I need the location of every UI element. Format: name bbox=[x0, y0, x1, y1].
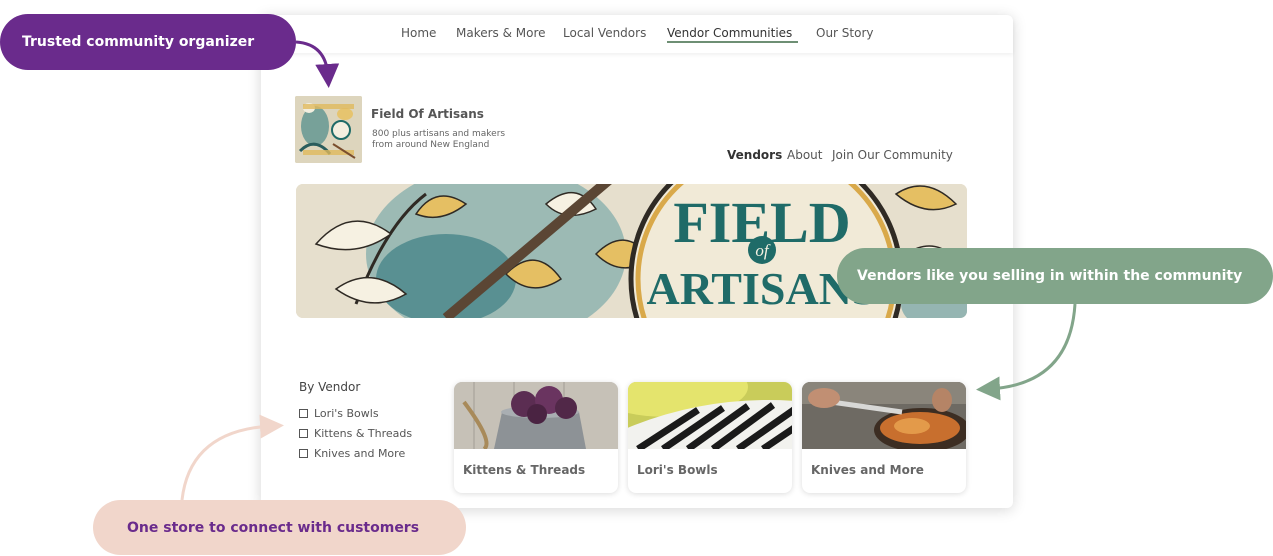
vendor-card-knives-more[interactable]: Knives and More bbox=[802, 382, 966, 493]
vendor-card-lori-bowls[interactable]: Lori's Bowls bbox=[628, 382, 792, 493]
filter-label: Knives and More bbox=[314, 447, 406, 460]
subnav-join-community[interactable]: Join Our Community bbox=[832, 148, 953, 162]
description-line-2: from around New England bbox=[372, 140, 490, 150]
top-navigation: Home Makers & More Local Vendors Vendor … bbox=[261, 15, 1013, 53]
nav-vendor-communities[interactable]: Vendor Communities bbox=[667, 26, 792, 40]
nav-local-vendors[interactable]: Local Vendors bbox=[563, 26, 646, 40]
checkbox-icon[interactable] bbox=[299, 408, 308, 418]
active-nav-underline bbox=[667, 41, 798, 43]
filter-kittens-threads[interactable]: Kittens & Threads bbox=[299, 427, 412, 440]
checkbox-icon[interactable] bbox=[299, 428, 308, 438]
subnav-about[interactable]: About bbox=[787, 148, 822, 162]
callout-store: One store to connect with customers bbox=[93, 500, 466, 555]
filter-knives-more[interactable]: Knives and More bbox=[299, 447, 405, 460]
community-description: 800 plus artisans and makers from around… bbox=[372, 129, 532, 151]
callout-vendors: Vendors like you selling in within the c… bbox=[837, 248, 1273, 304]
nav-our-story[interactable]: Our Story bbox=[816, 26, 874, 40]
community-name: Field Of Artisans bbox=[371, 107, 484, 121]
callout-organizer: Trusted community organizer bbox=[0, 14, 296, 70]
vendor-photo-bowls bbox=[628, 382, 792, 449]
store-arrow bbox=[180, 414, 284, 501]
filter-lori-bowls[interactable]: Lori's Bowls bbox=[299, 407, 379, 420]
checkbox-icon[interactable] bbox=[299, 448, 308, 458]
description-line-1: 800 plus artisans and makers bbox=[372, 129, 506, 139]
vendor-name: Knives and More bbox=[811, 463, 924, 477]
filter-title: By Vendor bbox=[299, 380, 361, 394]
vendor-name: Lori's Bowls bbox=[637, 463, 718, 477]
vendor-name: Kittens & Threads bbox=[463, 463, 586, 477]
vendor-photo-knife bbox=[802, 382, 966, 449]
vendor-card-kittens-threads[interactable]: Kittens & Threads bbox=[454, 382, 618, 493]
community-logo bbox=[295, 96, 362, 163]
filter-label: Lori's Bowls bbox=[314, 407, 379, 420]
nav-makers-more[interactable]: Makers & More bbox=[456, 26, 546, 40]
filter-label: Kittens & Threads bbox=[314, 427, 413, 440]
nav-home[interactable]: Home bbox=[401, 26, 436, 40]
subnav-vendors[interactable]: Vendors bbox=[727, 148, 782, 162]
banner-title-of: of bbox=[755, 241, 771, 260]
vendor-photo-yarn bbox=[454, 382, 618, 449]
